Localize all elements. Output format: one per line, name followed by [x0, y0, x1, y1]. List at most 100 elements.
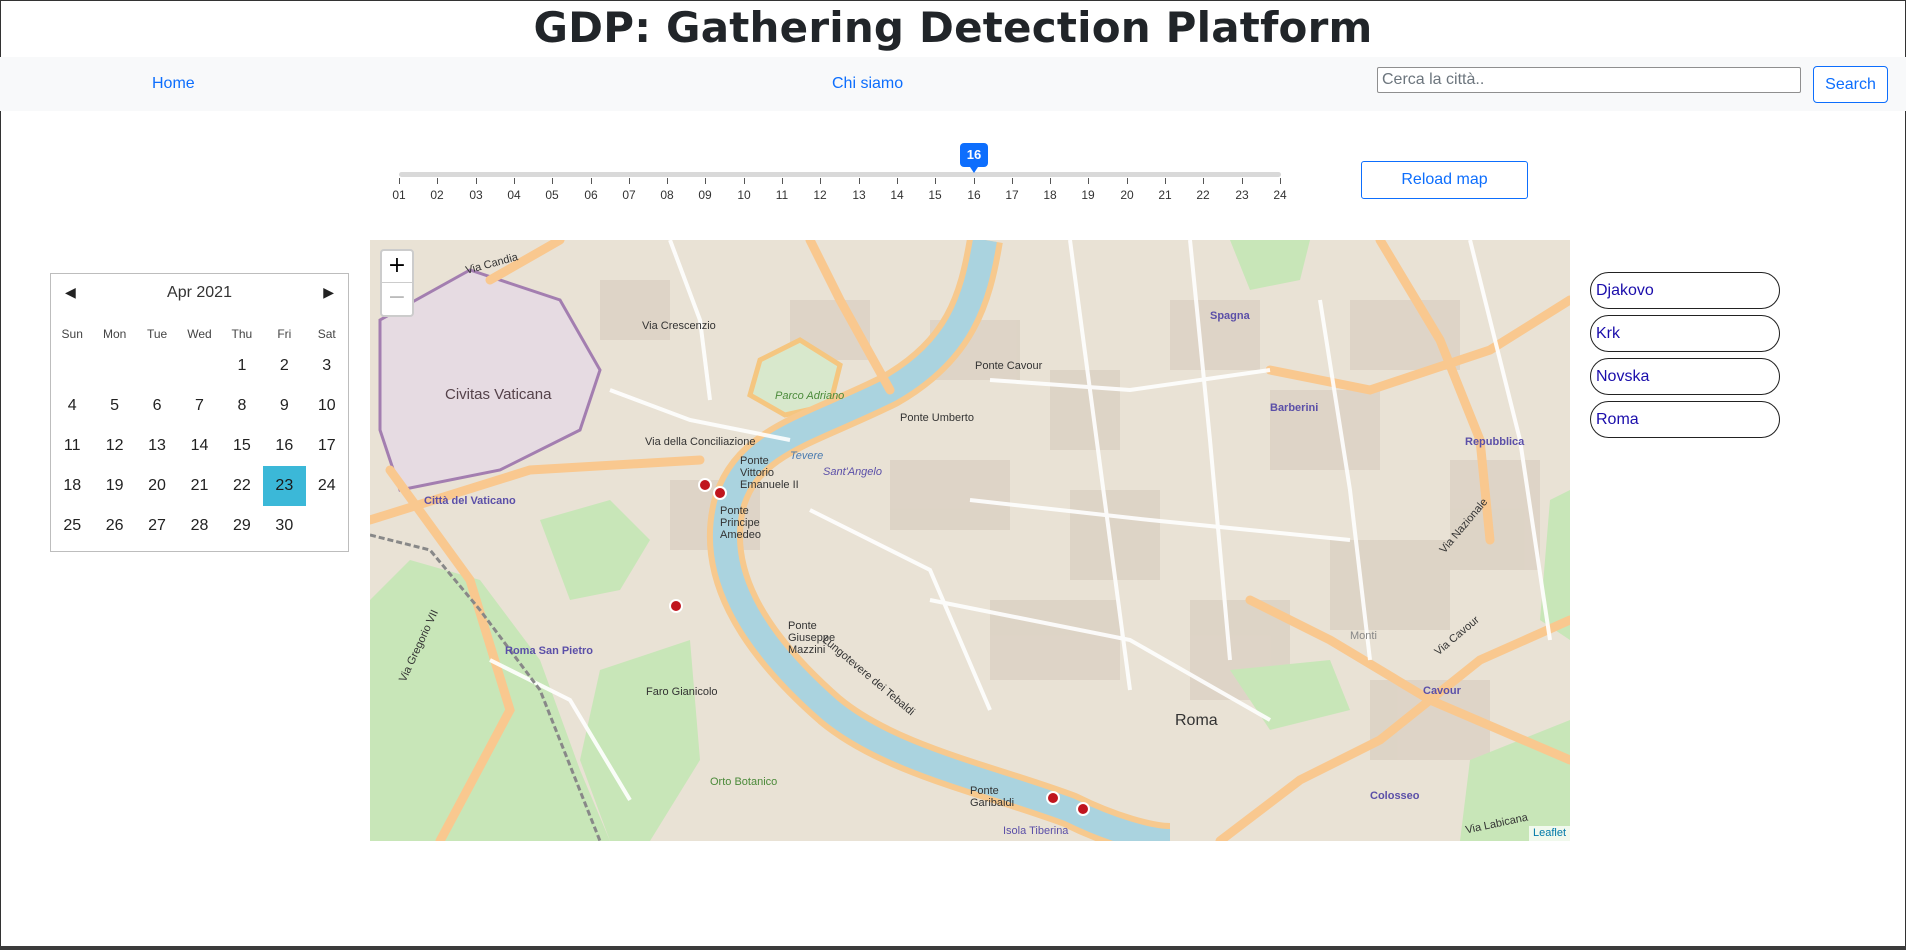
calendar-day[interactable]: 12	[93, 426, 135, 466]
slider-tick	[1088, 178, 1089, 184]
calendar-day[interactable]: 1	[221, 346, 263, 386]
calendar-day-selected[interactable]: 23	[263, 466, 306, 506]
map-tiles[interactable]	[370, 240, 1570, 841]
slider-tick-label: 16	[967, 188, 981, 202]
calendar-day[interactable]: 27	[136, 506, 178, 546]
city-button-roma[interactable]: Roma	[1590, 401, 1780, 438]
slider-tick	[629, 178, 630, 184]
calendar-week-row: 4 5 6 7 8 9 10	[51, 386, 348, 426]
calendar-day[interactable]: 20	[136, 466, 178, 506]
city-button-krk[interactable]: Krk	[1590, 315, 1780, 352]
gathering-marker[interactable]	[698, 478, 712, 492]
calendar-day[interactable]: 3	[306, 346, 348, 386]
calendar-day[interactable]: 17	[306, 426, 348, 466]
slider-tick-label: 20	[1120, 188, 1134, 202]
slider-tick-label: 17	[1005, 188, 1019, 202]
map-label-ponte-cavour: Ponte Cavour	[975, 360, 1043, 372]
gathering-marker[interactable]	[1046, 791, 1060, 805]
slider-track[interactable]	[399, 172, 1281, 177]
slider-tick-label: 21	[1158, 188, 1172, 202]
calendar-day[interactable]: 15	[221, 426, 263, 466]
slider-tick	[935, 178, 936, 184]
calendar-weekday: Mon	[102, 327, 127, 341]
slider-tick	[1203, 178, 1204, 184]
calendar-day[interactable]: 11	[51, 426, 93, 466]
slider-tick	[744, 178, 745, 184]
page-title: GDP: Gathering Detection Platform	[533, 3, 1373, 52]
slider-tick	[667, 178, 668, 184]
calendar-day[interactable]: 24	[306, 466, 348, 506]
calendar-weekday: Tue	[146, 327, 168, 341]
calendar-day[interactable]: 22	[221, 466, 263, 506]
nav-about-link[interactable]: Chi siamo	[832, 75, 903, 93]
calendar-day[interactable]: 28	[178, 506, 220, 546]
slider-tick-label: 09	[698, 188, 712, 202]
slider-tick	[974, 178, 975, 184]
search-button[interactable]: Search	[1813, 66, 1888, 103]
gathering-marker[interactable]	[713, 486, 727, 500]
map-label-roma: Roma	[1175, 712, 1218, 729]
calendar-day[interactable]: 4	[51, 386, 93, 426]
calendar-day[interactable]: 2	[263, 346, 305, 386]
calendar-empty-cell	[51, 346, 93, 386]
slider-handle[interactable]: 16	[960, 143, 988, 173]
calendar-day[interactable]: 7	[178, 386, 220, 426]
slider-tick	[1012, 178, 1013, 184]
calendar-day[interactable]: 6	[136, 386, 178, 426]
slider-tick-label: 11	[775, 188, 789, 202]
calendar-day[interactable]: 18	[51, 466, 93, 506]
map-label-citta-vaticano: Città del Vaticano	[424, 495, 516, 507]
city-button-novska[interactable]: Novska	[1590, 358, 1780, 395]
calendar-day[interactable]: 30	[263, 506, 305, 546]
triangle-right-icon[interactable]: ▶	[323, 284, 334, 301]
map-label-colosseo: Colosseo	[1370, 790, 1420, 802]
nav-home-link[interactable]: Home	[152, 75, 195, 93]
slider-tick-label: 12	[813, 188, 827, 202]
calendar-day[interactable]: 13	[136, 426, 178, 466]
slider-tick-label: 06	[584, 188, 598, 202]
slider-tick	[476, 178, 477, 184]
slider-tick-label: 22	[1196, 188, 1210, 202]
city-search-input[interactable]	[1377, 67, 1801, 93]
calendar-day[interactable]: 21	[178, 466, 220, 506]
slider-tick-label: 15	[928, 188, 942, 202]
zoom-out-button[interactable]: −	[382, 283, 412, 315]
calendar-day[interactable]: 25	[51, 506, 93, 546]
map-label-repubblica: Repubblica	[1465, 436, 1525, 448]
reload-map-button[interactable]: Reload map	[1361, 161, 1528, 199]
map-label-isola: Isola Tiberina	[1003, 825, 1069, 837]
calendar-day[interactable]: 10	[306, 386, 348, 426]
calendar-day[interactable]: 16	[263, 426, 305, 466]
map-attribution-link[interactable]: Leaflet	[1528, 826, 1570, 841]
slider-tick-label: 14	[890, 188, 904, 202]
gathering-marker[interactable]	[1076, 802, 1090, 816]
calendar-empty-cell	[136, 346, 178, 386]
slider-tick	[514, 178, 515, 184]
hour-slider[interactable]: 01 02 03 04 05 06 07 08 09 10 11 12 13 14 15 16 17 18 19 20…	[392, 140, 1287, 210]
calendar-day[interactable]: 9	[263, 386, 305, 426]
calendar-weekday: Sat	[317, 327, 336, 341]
slider-tick	[437, 178, 438, 184]
slider-tick	[1165, 178, 1166, 184]
map-label-roma-san-pietro: Roma San Pietro	[505, 645, 594, 657]
zoom-in-button[interactable]: +	[382, 251, 412, 283]
map-view[interactable]: Civitas Vaticana Città del Vaticano Roma…	[370, 240, 1570, 841]
slider-tick	[705, 178, 706, 184]
slider-tick-label: 05	[545, 188, 559, 202]
gathering-marker[interactable]	[669, 599, 683, 613]
slider-tick	[1127, 178, 1128, 184]
city-button-djakovo[interactable]: Djakovo	[1590, 272, 1780, 309]
map-label-ponte-umberto: Ponte Umberto	[900, 412, 974, 424]
map-label-cavour: Cavour	[1423, 685, 1461, 697]
map-label-monti: Monti	[1350, 630, 1377, 642]
calendar-day[interactable]: 14	[178, 426, 220, 466]
calendar-day[interactable]: 8	[221, 386, 263, 426]
calendar-day[interactable]: 19	[93, 466, 135, 506]
slider-tick-label: 02	[430, 188, 444, 202]
map-label-barberini: Barberini	[1270, 402, 1319, 414]
calendar-week-row: 18 19 20 21 22 23 24	[51, 466, 348, 506]
calendar-day[interactable]: 26	[93, 506, 135, 546]
calendar-day[interactable]: 5	[93, 386, 135, 426]
slider-tick	[782, 178, 783, 184]
calendar-day[interactable]: 29	[221, 506, 263, 546]
